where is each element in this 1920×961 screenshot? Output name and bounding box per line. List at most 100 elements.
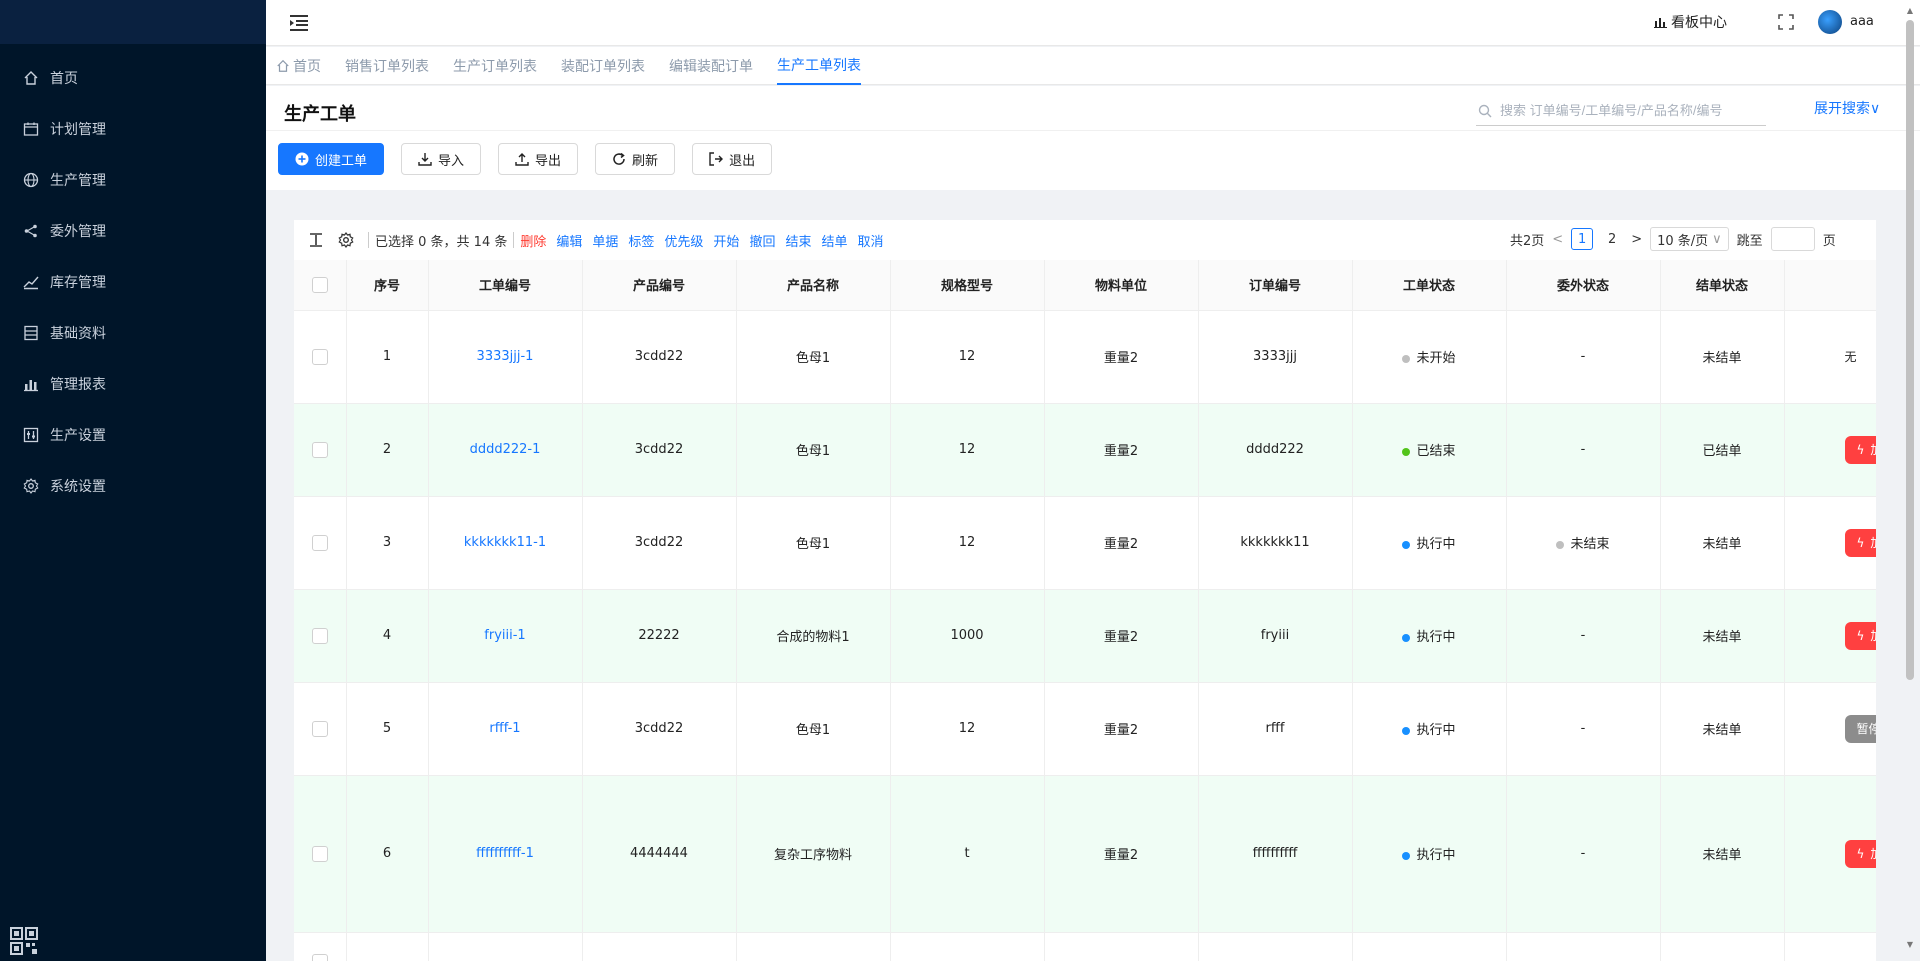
exit-button[interactable]: 退出 — [692, 143, 773, 175]
column-header[interactable]: 物料单位 — [1044, 260, 1199, 311]
row-checkbox[interactable] — [311, 954, 328, 961]
priority-badge[interactable]: 无 — [1845, 343, 1857, 371]
cell-unit: 重量2 — [1044, 682, 1199, 776]
row-checkbox[interactable] — [311, 348, 328, 365]
bulk-action-1[interactable]: 编辑 — [556, 235, 582, 250]
bulk-action-6[interactable]: 撤回 — [749, 235, 775, 250]
page-scrollbar[interactable] — [1906, 20, 1914, 680]
fullscreen-icon[interactable] — [1777, 13, 1795, 31]
tab-3[interactable]: 装配订单列表 — [561, 47, 645, 85]
sidebar-item-7[interactable]: 生产设置 — [0, 409, 266, 460]
avatar[interactable] — [1818, 10, 1842, 34]
status-dot — [1402, 540, 1411, 549]
bulk-action-0[interactable]: 删除 — [520, 235, 546, 250]
sidebar-item-4[interactable]: 库存管理 — [0, 256, 266, 307]
sidebar-item-2[interactable]: 生产管理 — [0, 154, 266, 205]
tab-5[interactable]: 生产工单列表 — [777, 47, 861, 85]
username[interactable]: aaa — [1850, 14, 1874, 29]
table-toolbar: 已选择 0 条，共 14 条 删除 编辑 单据 标签 优先级 开始 撤回 结束 结单 取消 共2页… — [294, 220, 1876, 260]
list-icon — [22, 324, 40, 342]
gear-icon[interactable] — [336, 230, 356, 250]
select-all-checkbox[interactable] — [311, 276, 328, 293]
sidebar-item-1[interactable]: 计划管理 — [0, 103, 266, 154]
dashboard-center-link[interactable]: 看板中心 — [1654, 12, 1727, 32]
sidebar-item-3[interactable]: 委外管理 — [0, 205, 266, 256]
table-row[interactable]: 4 fryiii-1 22222 合成的物料1 1000 重量2 fryiii 执行中 - 未结单… — [294, 589, 1876, 683]
work-order-link[interactable]: kkkkkkk11-1 — [464, 535, 546, 550]
export-button[interactable]: 导出 — [498, 143, 579, 175]
qr-code-icon[interactable] — [10, 927, 38, 955]
table-row[interactable]: 2 dddd222-1 3cdd22色母112重量2dddd222 已结束 - 已结单 ϟ加 — [294, 403, 1876, 497]
work-order-link[interactable]: dddd222-1 — [470, 442, 541, 457]
work-order-link[interactable]: rfff-1 — [489, 721, 520, 736]
refresh-button[interactable]: 刷新 — [595, 143, 676, 175]
bulk-action-8[interactable]: 结单 — [821, 235, 847, 250]
table-row[interactable]: 3 kkkkkkk11-1 3cdd22 色母1 12 重量2 kkkkkkk11 执行中 未结… — [294, 496, 1876, 590]
bulk-action-9[interactable]: 取消 — [857, 235, 883, 250]
row-checkbox[interactable] — [311, 627, 328, 644]
bulk-action-7[interactable]: 结束 — [785, 235, 811, 250]
jump-page-input[interactable] — [1770, 227, 1815, 251]
column-header[interactable]: 优先 — [1784, 260, 1876, 311]
column-header[interactable]: 产品编号 — [582, 260, 737, 311]
row-checkbox[interactable] — [311, 720, 328, 737]
scroll-down-arrow[interactable]: ▼ — [1904, 940, 1916, 950]
work-order-link[interactable]: ffffffffff-1 — [476, 846, 534, 861]
sidebar-item-5[interactable]: 基础资料 — [0, 307, 266, 358]
bulk-action-5[interactable]: 开始 — [713, 235, 739, 250]
bulk-action-4[interactable]: 优先级 — [664, 235, 703, 250]
row-select-cell — [294, 496, 347, 590]
search-input[interactable] — [1500, 103, 1760, 118]
import-button[interactable]: 导入 — [401, 143, 482, 175]
column-height-icon[interactable] — [306, 230, 326, 250]
cell-index: 2 — [346, 403, 429, 497]
sidebar-item-0[interactable]: 首页 — [0, 52, 266, 103]
next-page-icon[interactable]: > — [1631, 232, 1642, 247]
tab-0[interactable]: 首页 — [276, 47, 321, 85]
column-header[interactable]: 序号 — [346, 260, 429, 311]
toolbar-divider — [368, 232, 369, 248]
sidebar-item-8[interactable]: 系统设置 — [0, 460, 266, 511]
table-row[interactable]: 1 3333jjj-1 3cdd22 色母1 12 重量2 3333jjj 未开始 - 未结单 无 — [294, 310, 1876, 404]
sidebar-item-6[interactable]: 管理报表 — [0, 358, 266, 409]
priority-badge[interactable]: ϟ加 — [1844, 528, 1876, 557]
row-checkbox[interactable] — [311, 441, 328, 458]
prev-page-icon[interactable]: < — [1552, 232, 1563, 247]
menu-collapse-icon[interactable] — [288, 12, 310, 34]
work-order-table: 序号工单编号产品编号产品名称规格型号物料单位订单编号工单状态委外状态结单状态优先… — [294, 260, 1876, 961]
tab-4[interactable]: 编辑装配订单 — [669, 47, 753, 85]
row-checkbox[interactable] — [311, 845, 328, 862]
priority-badge[interactable]: ϟ加 — [1844, 839, 1876, 868]
chevron-down-icon: ∨ — [1870, 101, 1881, 117]
tab-2[interactable]: 生产订单列表 — [453, 47, 537, 85]
bulk-action-2[interactable]: 单据 — [592, 235, 618, 250]
page-size-select[interactable]: 10 条/页 ∨ — [1650, 227, 1729, 251]
table-row[interactable]: 6 ffffffffff-1 4444444 复杂工序物料 t 重量2 ffffffffff… — [294, 775, 1876, 933]
expand-search-button[interactable]: 展开搜索∨ — [1814, 98, 1880, 118]
tab-bar: 首页 销售订单列表 生产订单列表 装配订单列表 编辑装配订单 生产工单列表 — [266, 47, 1920, 85]
page-number-current[interactable]: 1 — [1571, 228, 1594, 250]
priority-badge[interactable]: ϟ加 — [1844, 621, 1876, 650]
cell-product-no: 3cdd22 — [582, 310, 737, 404]
row-checkbox[interactable] — [311, 534, 328, 551]
bulk-action-3[interactable]: 标签 — [628, 235, 654, 250]
priority-badge[interactable]: 暂停 — [1844, 714, 1876, 743]
column-header[interactable]: 订单编号 — [1198, 260, 1353, 311]
work-order-link[interactable]: 3333jjj-1 — [477, 349, 534, 364]
column-header[interactable]: 委外状态 — [1506, 260, 1661, 311]
column-header[interactable]: 工单编号 — [428, 260, 583, 311]
create-work-order-button[interactable]: 创建工单 — [278, 143, 385, 175]
table-row[interactable]: 5 rfff-1 3cdd22色母112重量2rfff 执行中 - 未结单 暂停 — [294, 682, 1876, 776]
scroll-up-arrow[interactable]: ▲ — [1904, 6, 1916, 16]
work-order-link[interactable]: fryiii-1 — [484, 628, 525, 643]
page-number[interactable]: 2 — [1601, 228, 1623, 250]
tab-1[interactable]: 销售订单列表 — [345, 47, 429, 85]
table-row[interactable] — [294, 932, 1876, 961]
logout-icon — [709, 152, 724, 166]
column-header[interactable]: 结单状态 — [1660, 260, 1785, 311]
priority-badge[interactable]: ϟ加 — [1844, 435, 1876, 464]
column-header[interactable]: 工单状态 — [1352, 260, 1507, 311]
cell-index: 1 — [346, 310, 429, 404]
column-header[interactable]: 规格型号 — [890, 260, 1045, 311]
column-header[interactable]: 产品名称 — [736, 260, 891, 311]
